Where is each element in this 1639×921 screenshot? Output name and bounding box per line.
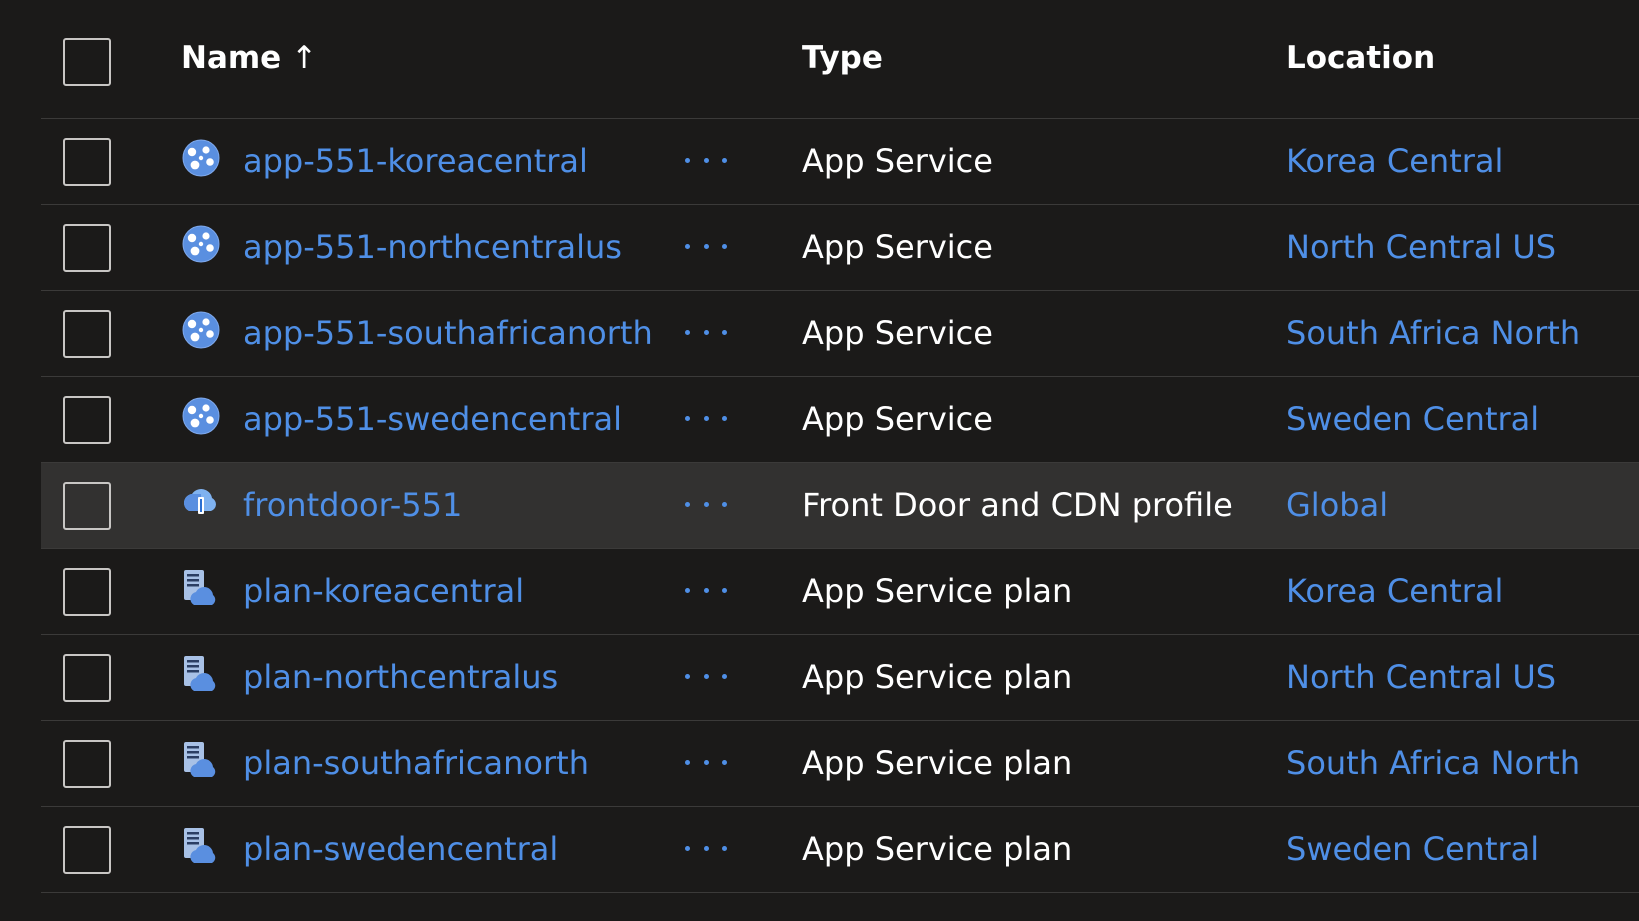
row-checkbox[interactable] bbox=[63, 654, 111, 702]
more-dot bbox=[685, 501, 690, 507]
more-actions-button[interactable] bbox=[681, 483, 731, 525]
more-dot bbox=[722, 673, 727, 679]
more-dot bbox=[722, 243, 727, 249]
resource-name-link[interactable]: app-551-southafricanorth bbox=[243, 313, 653, 353]
table-row[interactable]: plan-southafricanorth App Service plan S… bbox=[41, 721, 1639, 807]
app-service-plan-icon bbox=[184, 656, 216, 691]
more-actions-button[interactable] bbox=[681, 655, 731, 697]
more-dot bbox=[703, 329, 709, 335]
resource-type: App Service plan bbox=[802, 572, 1073, 610]
app-service-icon bbox=[182, 311, 220, 349]
resource-location-link[interactable]: South Africa North bbox=[1286, 743, 1580, 783]
more-dot bbox=[685, 587, 690, 593]
resource-type: App Service bbox=[802, 228, 993, 266]
more-dot bbox=[685, 759, 690, 765]
column-header-location[interactable]: Location bbox=[1286, 40, 1435, 77]
resource-type: App Service plan bbox=[802, 744, 1073, 782]
table-row[interactable]: app-551-northcentralus App Service North… bbox=[41, 205, 1639, 291]
row-checkbox[interactable] bbox=[63, 826, 111, 874]
more-actions-button[interactable] bbox=[681, 827, 731, 869]
resource-location-link[interactable]: South Africa North bbox=[1286, 313, 1580, 353]
table-row[interactable]: app-551-koreacentral App Service Korea C… bbox=[41, 119, 1639, 205]
more-dot bbox=[722, 329, 727, 335]
app-service-plan-icon bbox=[184, 570, 216, 605]
more-dot bbox=[722, 845, 727, 851]
more-actions-button[interactable] bbox=[681, 311, 731, 353]
resource-type: App Service bbox=[802, 400, 993, 438]
resource-type: App Service bbox=[802, 142, 993, 180]
more-dot bbox=[685, 845, 690, 851]
resource-name-link[interactable]: app-551-swedencentral bbox=[243, 399, 622, 439]
resource-location-link[interactable]: Sweden Central bbox=[1286, 399, 1539, 439]
more-dot bbox=[722, 157, 727, 163]
row-checkbox[interactable] bbox=[63, 138, 111, 186]
more-dot bbox=[685, 415, 690, 421]
table-row[interactable]: app-551-swedencentral App Service Sweden… bbox=[41, 377, 1639, 463]
sort-ascending-icon: ↑ bbox=[291, 40, 318, 76]
column-header-name-label: Name bbox=[181, 40, 282, 76]
resource-type: App Service plan bbox=[802, 658, 1073, 696]
more-dot bbox=[703, 243, 709, 249]
resource-name-link[interactable]: plan-southafricanorth bbox=[243, 743, 589, 783]
row-checkbox[interactable] bbox=[63, 740, 111, 788]
app-service-icon bbox=[182, 225, 220, 263]
more-dot bbox=[703, 673, 709, 679]
more-dot bbox=[685, 243, 690, 249]
more-dot bbox=[703, 587, 709, 593]
resource-name-link[interactable]: plan-swedencentral bbox=[243, 829, 558, 869]
app-service-icon bbox=[182, 397, 220, 435]
resource-type: App Service plan bbox=[802, 830, 1073, 868]
resource-name-link[interactable]: frontdoor-551 bbox=[243, 485, 462, 525]
table-row[interactable]: plan-northcentralus App Service plan Nor… bbox=[41, 635, 1639, 721]
app-service-plan-icon bbox=[184, 828, 216, 863]
resource-name-link[interactable]: app-551-koreacentral bbox=[243, 141, 588, 181]
table-row[interactable]: plan-koreacentral App Service plan Korea… bbox=[41, 549, 1639, 635]
table-header-row: Name ↑ Type Location bbox=[41, 0, 1639, 119]
row-checkbox[interactable] bbox=[63, 482, 111, 530]
more-dot bbox=[703, 415, 709, 421]
more-dot bbox=[685, 673, 690, 679]
resource-location-link[interactable]: North Central US bbox=[1286, 657, 1556, 697]
resource-location-link[interactable]: North Central US bbox=[1286, 227, 1556, 267]
more-actions-button[interactable] bbox=[681, 569, 731, 611]
resource-name-link[interactable]: plan-koreacentral bbox=[243, 571, 524, 611]
column-header-name[interactable]: Name ↑ bbox=[181, 40, 317, 77]
resource-location-link[interactable]: Korea Central bbox=[1286, 571, 1503, 611]
resource-type: App Service bbox=[802, 314, 993, 352]
more-actions-button[interactable] bbox=[681, 741, 731, 783]
table-row[interactable]: app-551-southafricanorth App Service Sou… bbox=[41, 291, 1639, 377]
app-service-icon bbox=[182, 139, 220, 177]
resource-name-link[interactable]: app-551-northcentralus bbox=[243, 227, 622, 267]
row-checkbox[interactable] bbox=[63, 396, 111, 444]
resource-type: Front Door and CDN profile bbox=[802, 486, 1233, 524]
column-header-type[interactable]: Type bbox=[802, 40, 883, 77]
table-row[interactable]: plan-swedencentral App Service plan Swed… bbox=[41, 807, 1639, 893]
more-dot bbox=[722, 501, 727, 507]
table-body: app-551-koreacentral App Service Korea C… bbox=[41, 119, 1639, 893]
select-all-checkbox[interactable] bbox=[63, 38, 111, 86]
front-door-icon bbox=[184, 489, 216, 514]
more-dot bbox=[703, 759, 709, 765]
resource-location-link[interactable]: Sweden Central bbox=[1286, 829, 1539, 869]
row-checkbox[interactable] bbox=[63, 224, 111, 272]
more-dot bbox=[722, 415, 727, 421]
more-dot bbox=[703, 501, 709, 507]
more-dot bbox=[703, 157, 709, 163]
more-actions-button[interactable] bbox=[681, 139, 731, 181]
resource-location-link[interactable]: Korea Central bbox=[1286, 141, 1503, 181]
resource-name-link[interactable]: plan-northcentralus bbox=[243, 657, 558, 697]
table-row[interactable]: frontdoor-551 Front Door and CDN profile… bbox=[41, 463, 1639, 549]
more-dot bbox=[722, 587, 727, 593]
more-dot bbox=[685, 157, 690, 163]
more-dot bbox=[722, 759, 727, 765]
resource-table: Name ↑ Type Location app-551-koreacentral… bbox=[41, 0, 1639, 893]
more-dot bbox=[703, 845, 709, 851]
more-dot bbox=[685, 329, 690, 335]
app-service-plan-icon bbox=[184, 742, 216, 777]
resource-location-link[interactable]: Global bbox=[1286, 485, 1388, 525]
row-checkbox[interactable] bbox=[63, 310, 111, 358]
more-actions-button[interactable] bbox=[681, 225, 731, 267]
row-checkbox[interactable] bbox=[63, 568, 111, 616]
more-actions-button[interactable] bbox=[681, 397, 731, 439]
